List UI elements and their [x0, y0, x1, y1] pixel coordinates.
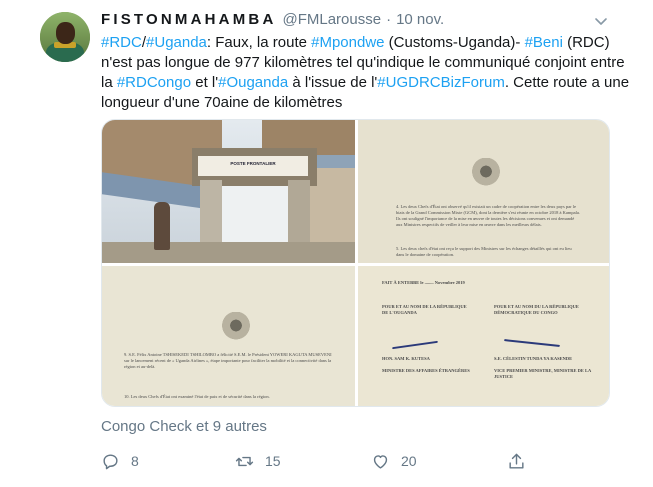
doc-right-heading: POUR ET AU NOM DU LA RÉPUBLIQUE DÉMOCRAT…: [494, 304, 579, 315]
doc-paragraph-9: 9. S.E. Félix Antoine TSHISEKEDI TSHILOM…: [124, 352, 332, 369]
chevron-down-icon[interactable]: [594, 14, 608, 28]
tweet-text: #RDC/#Uganda: Faux, la route #Mpondwe (C…: [101, 33, 631, 113]
heart-icon: [373, 454, 388, 469]
right-signature: [504, 339, 560, 347]
doc-right-title: VICE PREMIER MINISTRE, MINISTRE DE LA JU…: [494, 368, 592, 379]
gate-sign-text: POSTE FRONTALIER: [230, 161, 276, 166]
author-handle[interactable]: @FMLarousse: [282, 11, 381, 28]
doc-made-at: FAIT À ENTEBBE le ........ Novembre 2019: [382, 280, 465, 285]
photo-document-signatures[interactable]: FAIT À ENTEBBE le ........ Novembre 2019…: [358, 266, 609, 406]
reply-count: 8: [131, 453, 139, 469]
retweet-button[interactable]: 15: [235, 450, 281, 472]
hashtag-link[interactable]: #RDC: [101, 34, 142, 51]
left-signature: [392, 340, 438, 350]
tweet[interactable]: FISTONMAHAMBA @FMLarousse · 10 nov. #RDC…: [0, 0, 653, 487]
hashtag-link[interactable]: #Ouganda: [218, 74, 288, 91]
photo-document-page-top[interactable]: 4. Les deux Chefs d'État ont observé qu'…: [358, 120, 609, 263]
reply-icon: [103, 453, 118, 469]
hashtag-link[interactable]: #Mpondwe: [311, 34, 384, 51]
author-name[interactable]: FISTONMAHAMBA: [101, 11, 276, 28]
tweet-date[interactable]: 10 nov.: [396, 11, 444, 28]
tweet-text-segment: (Customs-Uganda)-: [384, 34, 525, 51]
retweet-icon: [235, 456, 254, 466]
like-button[interactable]: 20: [371, 450, 417, 472]
share-button[interactable]: [507, 450, 526, 472]
doc-paragraph-4: 4. Les deux Chefs d'État ont observé qu'…: [396, 204, 581, 227]
tweet-text-segment: et l': [191, 74, 219, 91]
photo-border-post[interactable]: POSTE FRONTALIER: [102, 120, 355, 263]
doc-left-title: MINISTRE DES AFFAIRES ÉTRANGÈRES: [382, 368, 470, 373]
hashtag-link[interactable]: #UGDRCBizForum: [377, 74, 505, 91]
doc-right-name: S.E. CÉLESTIN TUNDA YA KASENDE: [494, 356, 573, 361]
tweet-text-segment: à l'issue de l': [288, 74, 378, 91]
avatar[interactable]: [40, 12, 90, 62]
like-count: 20: [401, 453, 417, 469]
share-icon: [509, 453, 524, 469]
tweet-text-segment: : Faux, la route: [206, 34, 312, 51]
doc-left-heading: POUR ET AU NOM DE LA RÉPUBLIQUE DE L'OUG…: [382, 304, 467, 315]
tweet-header: FISTONMAHAMBA @FMLarousse · 10 nov.: [101, 11, 444, 31]
retweeted-by[interactable]: Congo Check et 9 autres: [101, 418, 267, 435]
media-grid[interactable]: POSTE FRONTALIER 4. Les deux Chefs d'Éta…: [101, 119, 610, 407]
action-bar: 8 15 20: [101, 450, 581, 472]
hashtag-link[interactable]: #RDCongo: [117, 74, 191, 91]
retweet-count: 15: [265, 453, 281, 469]
reply-button[interactable]: 8: [101, 450, 139, 472]
doc-left-name: HON. SAM K. KUTESA: [382, 356, 430, 361]
photo-document-page-left[interactable]: 9. S.E. Félix Antoine TSHISEKEDI TSHILOM…: [102, 266, 355, 406]
hashtag-link[interactable]: #Beni: [525, 34, 563, 51]
doc-paragraph-5: 5. Les deux chefs d'état ont reçu le sup…: [396, 246, 572, 257]
doc-paragraph-10: 10. Les deux Chefs d'État ont examiné l'…: [124, 394, 270, 399]
hashtag-link[interactable]: #Uganda: [146, 34, 207, 51]
separator-dot: ·: [386, 11, 392, 28]
